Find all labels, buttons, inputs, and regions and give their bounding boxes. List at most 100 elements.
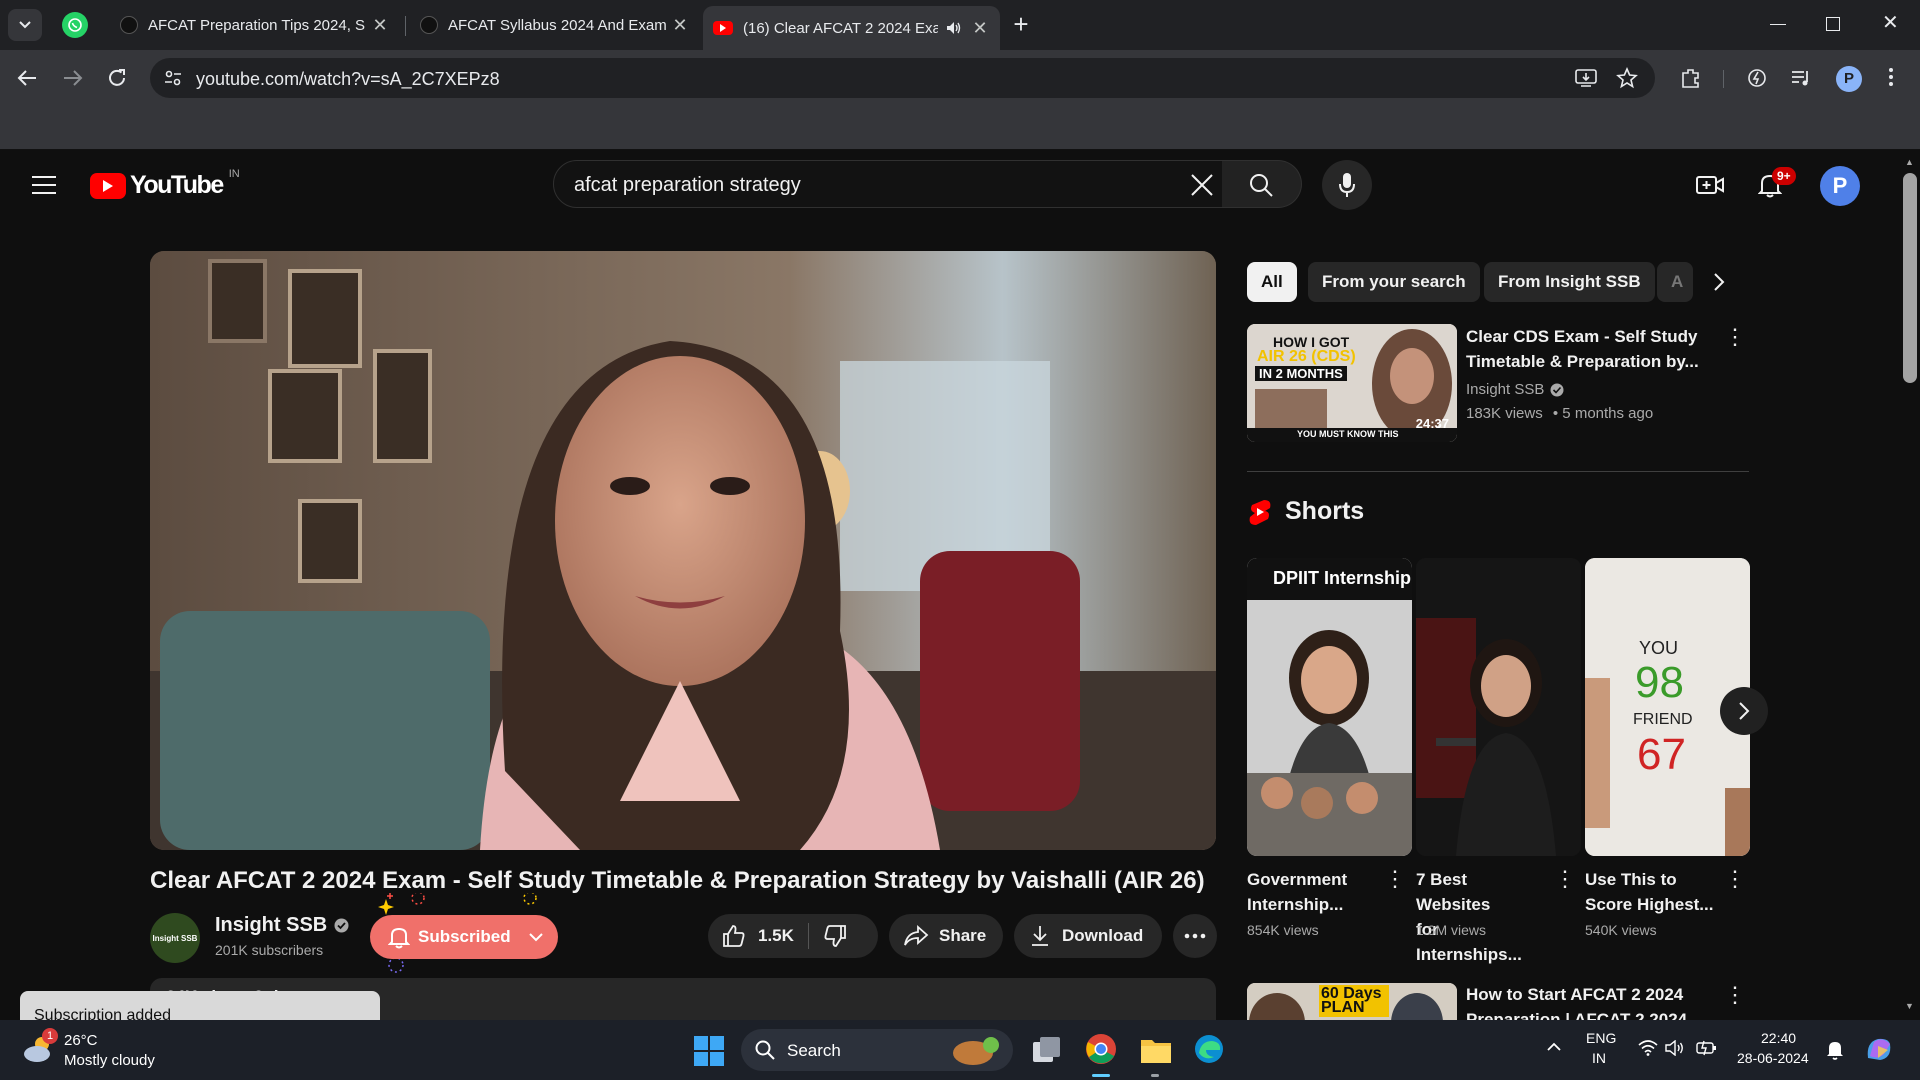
short-card[interactable] [1416, 558, 1581, 856]
youtube-play-icon [90, 172, 126, 199]
search-icon [1249, 173, 1273, 197]
browser-tab[interactable]: AFCAT Syllabus 2024 And Exam ✕ [410, 8, 700, 42]
thumb-footer-text: YOU MUST KNOW THIS [1297, 429, 1399, 439]
short-menu-icon[interactable]: ⋮ [1384, 868, 1406, 890]
extensions-icon[interactable] [1680, 67, 1702, 89]
browser-tab-active[interactable]: (16) Clear AFCAT 2 2024 Exa ✕ [703, 6, 1000, 50]
reload-icon[interactable] [106, 67, 128, 89]
microphone-icon [1338, 172, 1356, 198]
chrome-taskbar-icon[interactable] [1084, 1032, 1118, 1066]
video-menu-icon[interactable]: ⋮ [1724, 984, 1746, 1006]
note-score-98: 98 [1635, 658, 1684, 707]
thumb-badge-text: 60 Days PLAN [1319, 985, 1389, 1017]
recommended-video-title[interactable]: Clear CDS Exam - Self Study Timetable & … [1466, 324, 1706, 374]
shorts-next-button[interactable] [1720, 687, 1768, 735]
notification-center-icon[interactable] [1826, 1040, 1844, 1060]
search-input[interactable]: afcat preparation strategy [553, 160, 1223, 208]
scroll-up-icon[interactable]: ▲ [1905, 157, 1914, 167]
dislike-button[interactable] [809, 924, 847, 948]
tab-search-icon[interactable] [8, 9, 42, 41]
close-tab-icon[interactable]: ✕ [370, 15, 390, 36]
whatsapp-pinned-tab[interactable] [62, 12, 88, 38]
back-icon[interactable] [16, 68, 38, 88]
page-scrollbar[interactable]: ▲ ▼ [1900, 151, 1920, 1020]
temperature: 26°C [64, 1032, 98, 1049]
battery-icon[interactable] [1696, 1039, 1718, 1057]
copilot-icon[interactable] [1864, 1034, 1894, 1064]
file-explorer-icon[interactable] [1140, 1036, 1172, 1064]
taskbar-search-box[interactable]: Search [741, 1029, 1013, 1071]
search-button[interactable] [1222, 160, 1302, 208]
chip-from-insight-ssb[interactable]: From Insight SSB [1484, 262, 1655, 302]
restore-button[interactable] [1826, 17, 1840, 31]
wifi-icon[interactable] [1638, 1040, 1658, 1056]
scrollbar-thumb[interactable] [1903, 173, 1917, 383]
short-title[interactable]: 7 Best Websites for Internships... [1416, 867, 1546, 967]
volume-icon[interactable] [1665, 1040, 1685, 1056]
channel-avatar[interactable]: Insight SSB [150, 913, 200, 963]
recommended-channel[interactable]: Insight SSB [1466, 381, 1564, 398]
youtube-header: YouTube IN afcat preparation strategy 9+… [0, 151, 1880, 221]
address-bar-row: youtube.com/watch?v=sA_2C7XEPz8 P [0, 50, 1920, 108]
close-tab-icon[interactable]: ✕ [670, 15, 690, 36]
chip-from-your-search[interactable]: From your search [1308, 262, 1480, 302]
task-view-icon[interactable] [1032, 1036, 1062, 1064]
short-menu-icon[interactable]: ⋮ [1724, 868, 1746, 890]
url-text[interactable]: youtube.com/watch?v=sA_2C7XEPz8 [196, 69, 500, 90]
input-language[interactable]: ENG [1586, 1030, 1616, 1046]
recommended-video-thumbnail[interactable]: HOW I GOT AIR 26 (CDS) IN 2 MONTHS YOU M… [1247, 324, 1457, 442]
create-video-icon[interactable] [1690, 165, 1730, 205]
youtube-logo[interactable]: YouTube IN [90, 168, 240, 200]
chip-truncated[interactable]: A [1657, 262, 1693, 302]
clock-date[interactable]: 28-06-2024 [1737, 1050, 1809, 1066]
windows-start-icon[interactable] [694, 1036, 724, 1066]
scroll-down-icon[interactable]: ▼ [1905, 1001, 1914, 1011]
site-info-icon[interactable] [164, 69, 182, 87]
weather-widget[interactable]: 1 26°C Mostly cloudy [20, 1028, 170, 1074]
edge-browser-icon[interactable] [1193, 1033, 1225, 1065]
browser-menu-icon[interactable] [1888, 66, 1894, 88]
channel-name[interactable]: Insight SSB [215, 914, 349, 937]
short-card[interactable]: DPIIT Internship [1247, 558, 1412, 856]
more-actions-button[interactable] [1173, 914, 1217, 958]
chip-all[interactable]: All [1247, 262, 1297, 302]
toast-text: Subscription added [34, 1007, 171, 1020]
performance-icon[interactable] [1746, 67, 1768, 89]
close-window-button[interactable]: ✕ [1882, 10, 1899, 35]
recommended-video-thumbnail[interactable]: 60 Days PLAN [1247, 983, 1457, 1020]
chips-next-icon[interactable] [1706, 270, 1730, 294]
subscription-toast: Subscription added [20, 991, 380, 1020]
install-app-icon[interactable] [1575, 68, 1597, 88]
youtube-favicon-icon [713, 21, 733, 35]
new-tab-button[interactable]: + [1006, 10, 1036, 40]
like-button[interactable]: 1.5K [708, 914, 794, 958]
browser-tab[interactable]: AFCAT Preparation Tips 2024, S ✕ [110, 8, 400, 42]
short-title-line2: Internship... [1247, 895, 1344, 914]
subscribed-button[interactable]: Subscribed [370, 915, 558, 959]
note-score-67: 67 [1637, 730, 1686, 779]
voice-search-button[interactable] [1322, 160, 1372, 210]
clock-time[interactable]: 22:40 [1761, 1030, 1796, 1046]
show-hidden-icons[interactable] [1546, 1042, 1562, 1052]
clear-search-icon[interactable] [1190, 173, 1214, 197]
short-title[interactable]: Use This to Score Highest... [1585, 867, 1715, 917]
omnibox[interactable]: youtube.com/watch?v=sA_2C7XEPz8 [150, 58, 1655, 98]
forward-icon[interactable] [62, 68, 84, 88]
account-avatar[interactable]: P [1820, 166, 1860, 206]
media-controls-icon[interactable] [1790, 68, 1812, 88]
recommended-video-title[interactable]: How to Start AFCAT 2 2024 Preparation | … [1466, 982, 1716, 1020]
short-menu-icon[interactable]: ⋮ [1554, 868, 1576, 890]
input-region[interactable]: IN [1592, 1050, 1606, 1066]
close-tab-icon[interactable]: ✕ [970, 18, 990, 39]
speaker-icon[interactable] [946, 21, 962, 35]
bookmark-star-icon[interactable] [1616, 67, 1638, 89]
share-button[interactable]: Share [889, 914, 1003, 958]
download-button[interactable]: Download [1014, 914, 1162, 958]
hamburger-menu-icon[interactable] [32, 175, 56, 195]
tab-favicon-icon [120, 16, 138, 34]
video-player[interactable] [150, 251, 1216, 850]
short-title[interactable]: Government Internship... [1247, 867, 1377, 917]
minimize-button[interactable] [1770, 24, 1786, 25]
profile-avatar[interactable]: P [1836, 66, 1862, 92]
video-menu-icon[interactable]: ⋮ [1724, 326, 1746, 348]
